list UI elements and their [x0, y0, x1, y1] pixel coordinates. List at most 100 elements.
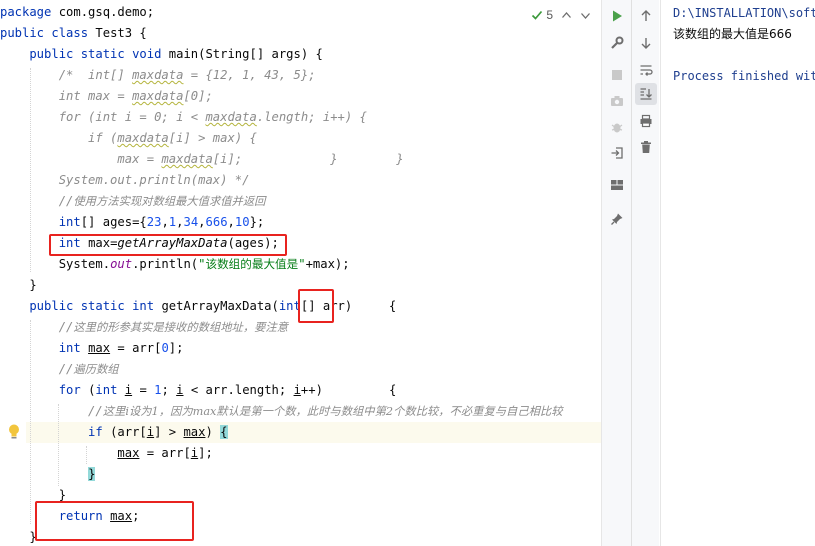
code-token: //	[0, 194, 74, 208]
layout-button[interactable]	[606, 174, 628, 196]
soft-wrap-button[interactable]	[635, 59, 657, 81]
code-token: +max);	[305, 257, 350, 271]
code-token: "	[298, 257, 306, 271]
debug-button[interactable]	[606, 116, 628, 138]
code-token: /* int[]	[0, 68, 133, 82]
code-token: maxdata	[205, 110, 257, 124]
code-token: ] >	[154, 425, 184, 439]
code-token: //	[0, 320, 74, 334]
arrow-up-icon	[641, 10, 650, 21]
code-token: (arr[	[110, 425, 147, 439]
wrap-icon	[640, 65, 653, 76]
code-line: public static void main(String[] args) {	[0, 44, 323, 65]
code-token: 该数组的最大值是	[205, 257, 299, 271]
code-line: max = arr[i];	[0, 443, 213, 464]
code-line: public class Test3 {	[0, 23, 147, 44]
code-token: main(String[] args) {	[168, 47, 323, 61]
code-token: 10	[234, 215, 250, 229]
code-token: System.out.println(max) */	[0, 173, 250, 187]
annotation-box-arr-param	[298, 289, 334, 323]
chevron-up-icon[interactable]	[561, 10, 572, 21]
console-output-line: 该数组的最大值是666	[673, 27, 792, 41]
code-token: //	[0, 404, 103, 418]
scroll-to-end-icon	[640, 88, 652, 100]
scroll-to-end-button[interactable]	[634, 83, 657, 105]
code-line: int max = arr[0];	[0, 338, 184, 359]
code-token: maxdata	[117, 131, 169, 145]
run-toolbar-right	[631, 0, 659, 546]
stop-button[interactable]	[606, 64, 628, 86]
code-line: System.out.println("该数组的最大值是"+max);	[0, 254, 350, 275]
restore-layout-button[interactable]	[606, 142, 628, 164]
code-token: )	[205, 425, 221, 439]
code-token: {	[220, 425, 228, 439]
scroll-up-button[interactable]	[635, 5, 657, 27]
annotation-box-return	[35, 501, 194, 541]
code-token: maxdata	[132, 68, 184, 82]
code-line: if (maxdata[i] > max) {	[0, 128, 257, 149]
code-token: ,	[161, 215, 169, 229]
code-line: }	[0, 527, 36, 546]
code-line: //这里i设为1，因为max默认是第一个数，此时与数组中第2个数比较，不必重复与…	[0, 401, 562, 422]
code-line: }	[0, 464, 96, 485]
code-token: int max =	[0, 89, 133, 103]
code-line: for (int i = 0; i < maxdata.length; i++)…	[0, 107, 367, 128]
code-token: i	[146, 425, 155, 439]
scroll-down-button[interactable]	[635, 32, 657, 54]
camera-icon	[610, 96, 623, 106]
code-token: .length; i++) {	[256, 110, 367, 124]
code-token: ];	[198, 446, 213, 460]
print-button[interactable]	[635, 110, 657, 132]
code-line: //这里的形参其实是接收的数组地址，要注意	[0, 317, 288, 338]
code-token: max	[88, 341, 111, 355]
code-token: out	[110, 257, 133, 271]
code-line: int[] ages={23,1,34,666,10};	[0, 212, 265, 233]
code-token: maxdata	[161, 152, 213, 166]
printer-icon	[640, 114, 651, 128]
code-token: i	[176, 383, 184, 397]
code-token: ,	[227, 215, 235, 229]
code-token: public static int	[0, 299, 162, 313]
code-token: 23	[146, 215, 162, 229]
rerun-button[interactable]	[606, 5, 628, 27]
run-console[interactable]: D:\INSTALLATION\softw 该数组的最大值是666 Proces…	[660, 0, 815, 546]
code-token: < arr.length;	[183, 383, 294, 397]
console-exit-line: Process finished with	[673, 69, 815, 83]
code-token: getArrayMaxData(	[161, 299, 279, 313]
lightbulb-icon[interactable]	[7, 423, 21, 441]
play-icon	[612, 10, 622, 22]
run-toolbar-left	[601, 0, 631, 546]
code-line: /* int[] maxdata = {12, 1, 43, 5};	[0, 65, 316, 86]
login-icon	[611, 147, 623, 159]
code-token: }	[88, 467, 96, 481]
code-token: ;	[161, 383, 177, 397]
code-token: package	[0, 5, 59, 19]
pin-button[interactable]	[606, 208, 628, 230]
code-token: }	[0, 488, 67, 502]
code-line: for (int i = 1; i < arr.length; i++) {	[0, 380, 397, 401]
clear-all-button[interactable]	[635, 136, 657, 158]
code-token: 这里的形参其实是接收的数组地址，要注意	[73, 321, 289, 334]
console-command-line: D:\INSTALLATION\softw	[673, 6, 815, 20]
code-token: com.gsq.demo;	[58, 5, 155, 19]
screenshot-button[interactable]	[606, 90, 628, 112]
bug-icon	[611, 123, 622, 133]
run-config-button[interactable]	[606, 32, 628, 54]
code-token: }	[0, 278, 37, 292]
code-editor[interactable]: package com.gsq.demo; public class Test3 …	[0, 0, 601, 546]
wrench-icon	[610, 36, 623, 49]
chevron-down-icon[interactable]	[580, 10, 591, 21]
arrow-down-icon	[641, 38, 650, 49]
code-token: max =	[0, 152, 162, 166]
code-line: }	[0, 275, 37, 296]
code-token: 34	[183, 215, 199, 229]
annotation-box-max-call	[49, 234, 287, 256]
code-token: max	[183, 425, 206, 439]
code-token: max	[117, 446, 140, 460]
code-token: =	[132, 383, 155, 397]
stop-icon	[611, 70, 622, 80]
code-line: //遍历数组	[0, 359, 119, 380]
code-line: public static int getArrayMaxData(int[] …	[0, 296, 396, 317]
inspection-widget[interactable]: 5	[531, 4, 591, 26]
